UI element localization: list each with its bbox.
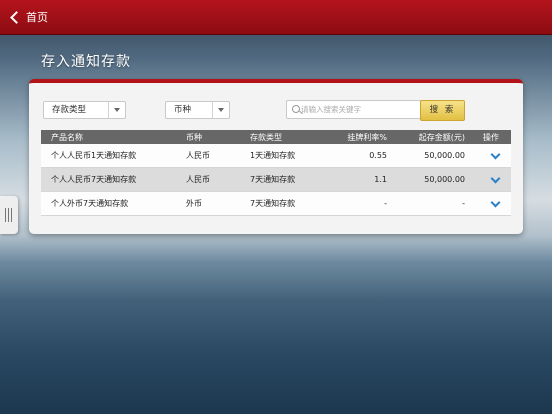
top-bar: 首页 <box>0 0 552 35</box>
table-row[interactable]: 个人外币7天通知存款 外币 7天通知存款 - - <box>41 191 511 216</box>
product-currency: 人民币 <box>186 167 250 192</box>
chevron-down-icon <box>108 102 125 118</box>
chevron-left-icon <box>10 10 23 24</box>
product-rate: 0.55 <box>330 144 387 168</box>
back-button[interactable]: 首页 <box>8 8 48 26</box>
column-header-action: 操作 <box>465 130 511 144</box>
currency-select[interactable]: 币种 <box>165 101 230 119</box>
chevron-down-icon <box>212 102 229 118</box>
deposit-type-select[interactable]: 存款类型 <box>43 101 126 119</box>
drag-handle-icon <box>5 208 13 222</box>
search-box <box>286 100 421 119</box>
column-header-min-amount: 起存金额(元) <box>387 130 465 144</box>
back-label: 首页 <box>26 11 48 24</box>
product-currency: 人民币 <box>186 144 250 168</box>
currency-value: 币种 <box>174 105 192 115</box>
column-header-name: 产品名称 <box>41 130 186 144</box>
product-rate: - <box>330 191 387 216</box>
product-type: 7天通知存款 <box>250 167 330 192</box>
chevron-down-icon[interactable] <box>490 149 501 160</box>
column-header-type: 存款类型 <box>250 130 330 144</box>
row-action[interactable] <box>465 167 511 192</box>
product-table: 产品名称 币种 存款类型 挂牌利率% 起存金额(元) 操作 个人人民币1天通知存… <box>41 130 511 216</box>
column-header-rate: 挂牌利率% <box>330 130 387 144</box>
row-action[interactable] <box>465 144 511 168</box>
chevron-down-icon[interactable] <box>490 173 501 184</box>
product-min-amount: 50,000.00 <box>387 144 465 168</box>
product-name: 个人外币7天通知存款 <box>41 191 186 216</box>
search-icon <box>292 105 300 113</box>
product-name: 个人人民币1天通知存款 <box>41 144 186 168</box>
search-input[interactable] <box>301 101 416 118</box>
table-row[interactable]: 个人人民币7天通知存款 人民币 7天通知存款 1.1 50,000.00 <box>41 167 511 192</box>
row-action[interactable] <box>465 191 511 216</box>
product-min-amount: - <box>387 191 465 216</box>
deposit-type-value: 存款类型 <box>52 105 87 115</box>
search-button[interactable]: 搜 索 <box>420 100 465 121</box>
side-drawer-handle[interactable] <box>0 196 18 234</box>
product-currency: 外币 <box>186 191 250 216</box>
chevron-down-icon[interactable] <box>490 197 501 208</box>
product-panel: 存款类型 币种 搜 索 产品名称 币种 存款类型 挂牌利率% 起存金额(元) 操… <box>29 79 523 234</box>
column-header-currency: 币种 <box>186 130 250 144</box>
product-rate: 1.1 <box>330 167 387 192</box>
product-type: 7天通知存款 <box>250 191 330 216</box>
table-row[interactable]: 个人人民币1天通知存款 人民币 1天通知存款 0.55 50,000.00 <box>41 144 511 168</box>
product-name: 个人人民币7天通知存款 <box>41 167 186 192</box>
table-header-row: 产品名称 币种 存款类型 挂牌利率% 起存金额(元) 操作 <box>41 130 511 144</box>
product-min-amount: 50,000.00 <box>387 167 465 192</box>
page-title: 存入通知存款 <box>41 54 131 70</box>
product-type: 1天通知存款 <box>250 144 330 168</box>
